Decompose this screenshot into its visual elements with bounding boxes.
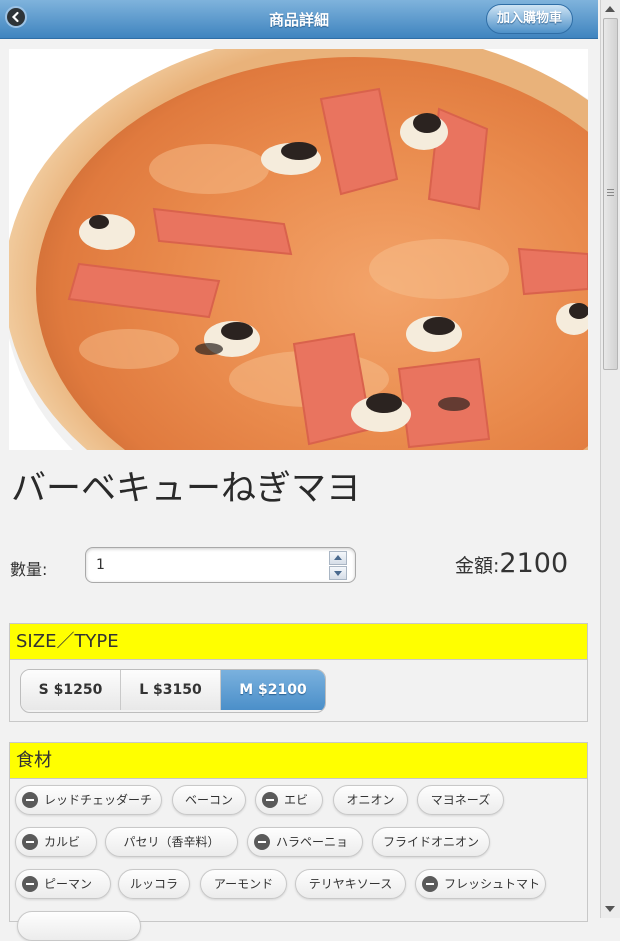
ingredient-label: カルビ [44,835,81,849]
minus-icon[interactable] [254,834,270,850]
up-arrow-icon [334,555,342,560]
quantity-stepper[interactable]: 1 [85,547,356,583]
ingredients-heading: 食材 [10,743,587,779]
add-to-cart-button[interactable]: 加入購物車 [485,4,573,34]
ingredient-chip[interactable]: オニオン [333,785,408,815]
ingredient-chip[interactable]: フレッシュトマト [415,869,546,899]
size-option-m[interactable]: M $2100 [221,670,325,710]
ingredient-label: アーモンド [213,877,274,891]
scroll-up-arrow-icon[interactable] [605,6,615,12]
ingredient-label: フレッシュトマト [444,877,541,891]
ingredient-label: テリヤキソース [308,877,393,891]
quantity-value[interactable]: 1 [96,557,105,573]
ingredient-label: ベーコン [184,793,233,807]
ingredient-label: ピーマン [44,877,93,891]
total-value: 2100 [499,548,569,579]
ingredient-chip[interactable] [17,911,141,941]
quantity-decrement-button[interactable] [329,566,347,580]
ingredient-chip[interactable]: パセリ（香辛料） [105,827,238,857]
ingredient-chip[interactable]: ハラペーニョ [247,827,363,857]
pizza-image [9,49,588,450]
ingredient-chip[interactable]: テリヤキソース [295,869,406,899]
ingredient-chip[interactable]: フライドオニオン [372,827,490,857]
size-option-s[interactable]: S $1250 [21,670,121,710]
minus-icon[interactable] [262,792,278,808]
ingredient-label: オニオン [346,793,395,807]
size-panel: SIZE／TYPE S $1250 L $3150 M $2100 [9,623,588,722]
minus-icon[interactable] [422,876,438,892]
ingredient-chip[interactable]: レッドチェッダーチ [15,785,162,815]
minus-icon[interactable] [22,834,38,850]
header-bar: 商品詳細 加入購物車 [0,0,598,39]
size-option-l[interactable]: L $3150 [121,670,221,710]
scroll-grip-icon [607,189,614,197]
total-label: 金額: [455,555,500,577]
scrollbar[interactable] [600,0,620,918]
ingredient-label: ルッコラ [129,877,178,891]
ingredient-label: エビ [284,793,309,807]
size-selector: S $1250 L $3150 M $2100 [20,669,326,713]
product-image [9,49,588,450]
ingredient-chip[interactable]: マヨネーズ [417,785,504,815]
ingredient-chip[interactable]: ピーマン [15,869,111,899]
total-price: 金額:2100 [455,548,568,579]
quantity-increment-button[interactable] [329,551,347,565]
ingredients-panel: 食材 レッドチェッダーチ ベーコン エビ オニオン マヨネーズ カルビ パセリ（… [9,742,588,941]
ingredient-chip[interactable]: ルッコラ [118,869,190,899]
ingredient-label: パセリ（香辛料） [123,835,220,849]
ingredient-label: レッドチェッダーチ [44,793,153,807]
minus-icon[interactable] [22,876,38,892]
ingredient-label: ハラペーニョ [276,835,349,849]
quantity-label: 數量: [10,560,48,579]
product-name: バーベキューねぎマヨ [11,469,362,509]
scroll-thumb[interactable] [603,18,618,370]
down-arrow-icon [334,571,342,576]
size-heading: SIZE／TYPE [10,624,587,660]
ingredient-chip[interactable]: エビ [255,785,323,815]
ingredient-chip[interactable]: アーモンド [200,869,287,899]
scroll-down-arrow-icon[interactable] [605,906,615,912]
ingredient-chip[interactable]: ベーコン [172,785,246,815]
ingredient-chip[interactable]: カルビ [15,827,97,857]
ingredient-label: マヨネーズ [430,793,491,807]
minus-icon[interactable] [22,792,38,808]
ingredient-label: フライドオニオン [382,835,479,849]
